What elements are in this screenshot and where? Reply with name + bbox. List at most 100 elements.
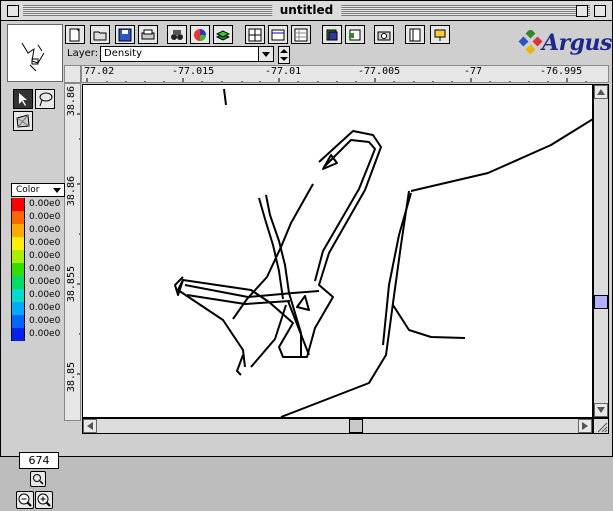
ruler-top-label: -77.015 [172,66,215,77]
color-legend-row[interactable]: 0.00e0 [11,211,65,224]
export-button[interactable] [345,25,365,44]
color-legend-value: 0.00e0 [29,303,61,313]
polygon-tool[interactable] [13,111,33,131]
arrow-left-icon [87,422,93,430]
overview-map-icon [21,42,45,72]
layer-dropdown-toggle[interactable] [258,46,274,62]
close-box[interactable] [7,5,19,17]
grid-button[interactable] [245,25,265,44]
title-bar[interactable]: untitled [1,1,612,21]
vertical-scrollbar[interactable] [593,84,609,418]
scroll-up-button[interactable] [594,85,608,99]
table-button[interactable] [268,25,288,44]
map-line [410,118,592,192]
horizontal-ruler: 77.02 -77.015 -77.01 -77.005 -77 -76.995 [81,65,609,83]
layer-stepper[interactable] [278,46,290,64]
spreadsheet-button[interactable] [291,25,311,44]
lasso-tool[interactable] [35,89,55,109]
zoom-level-value: 674 [28,454,50,467]
arrow-tool[interactable] [13,89,33,109]
binoculars-icon [171,30,183,40]
table-icon [271,29,285,41]
triangle-down-icon [262,52,270,57]
layer-dropdown[interactable]: Density [100,46,274,62]
diamond-logo-icon [518,30,543,55]
ruler-left-label: 38.85 [66,362,77,393]
ruler-corner [64,65,81,83]
notebook-icon [409,28,421,42]
brand-name: Argus [542,30,612,56]
zoom-out-button[interactable] [16,491,34,509]
find-button[interactable] [167,25,187,44]
color-legend-value: 0.00e0 [29,225,61,235]
resize-grip[interactable] [593,418,609,434]
zoom-out-icon [18,493,32,507]
runway-outline [250,304,287,368]
magnifier-icon [33,474,44,485]
arrow-down-icon [597,407,605,413]
document-export-icon [349,29,361,41]
zoom-in-button[interactable] [35,491,53,509]
runway-outline [296,295,310,311]
book-stack-icon [326,29,338,41]
layers-stack-icon [216,30,230,41]
triangle-down-icon [53,188,61,193]
overview-thumbnail[interactable] [7,24,63,82]
horizontal-scrollbar[interactable] [82,418,593,434]
color-legend-value: 0.00e0 [29,199,61,209]
color-legend-row[interactable]: 0.00e0 [11,224,65,237]
argus-logo: Argus [518,28,612,62]
lasso-icon [39,92,53,107]
ruler-top-label: -76.995 [540,66,583,77]
color-legend-row[interactable]: 0.00e0 [11,250,65,263]
help-button[interactable] [430,25,450,44]
scroll-left-button[interactable] [83,419,97,433]
runway-outline [232,183,314,320]
ruler-top-label: -77.005 [358,66,401,77]
color-legend-row[interactable]: 0.00e0 [11,315,65,328]
color-legend-row[interactable]: 0.00e0 [11,289,65,302]
color-legend-row[interactable]: 0.00e0 [11,263,65,276]
zoom-box[interactable] [576,5,588,17]
vertical-scroll-thumb[interactable] [594,295,608,309]
color-swatch [11,289,25,302]
ruler-top-label: -77 [464,66,483,77]
save-button[interactable] [115,25,135,44]
camera-button[interactable] [374,25,394,44]
new-document-button[interactable] [65,25,85,44]
color-mode-dropdown[interactable]: Color [11,183,65,197]
collapse-box[interactable] [594,5,606,17]
arrow-right-icon [582,422,588,430]
save-disk-icon [118,28,132,42]
layers-button[interactable] [213,25,233,44]
ruler-left-label: 38.855 [66,266,77,303]
scroll-right-button[interactable] [578,419,592,433]
color-legend-row[interactable]: 0.00e0 [11,302,65,315]
zoom-in-icon [37,493,51,507]
color-legend-row[interactable]: 0.00e0 [11,276,65,289]
notebook-button[interactable] [405,25,425,44]
color-legend-value: 0.00e0 [29,277,61,287]
color-swatch [11,276,25,289]
color-legend-row[interactable]: 0.00e0 [11,237,65,250]
horizontal-scroll-thumb[interactable] [349,419,363,433]
stepper-arrows-icon [280,49,288,61]
import-button[interactable] [322,25,342,44]
window-title: untitled [271,3,342,17]
print-button[interactable] [138,25,158,44]
zoom-level-field[interactable]: 674 [19,452,59,469]
open-button[interactable] [90,25,110,44]
color-legend-row[interactable]: 0.00e0 [11,328,65,341]
map-canvas[interactable] [82,84,593,418]
zoom-fit-button[interactable] [30,471,46,487]
ruler-top-label: -77.01 [265,66,302,77]
scroll-down-button[interactable] [594,403,608,417]
help-sign-icon [434,29,446,41]
ruler-ticks-top [86,78,587,82]
color-swatch [11,198,25,211]
toolbar: Layer: Density Argus [1,21,612,82]
color-legend-row[interactable]: 0.00e0 [11,198,65,211]
arrow-up-icon [597,89,605,95]
color-wheel-button[interactable] [190,25,210,44]
color-legend-value: 0.00e0 [29,264,61,274]
